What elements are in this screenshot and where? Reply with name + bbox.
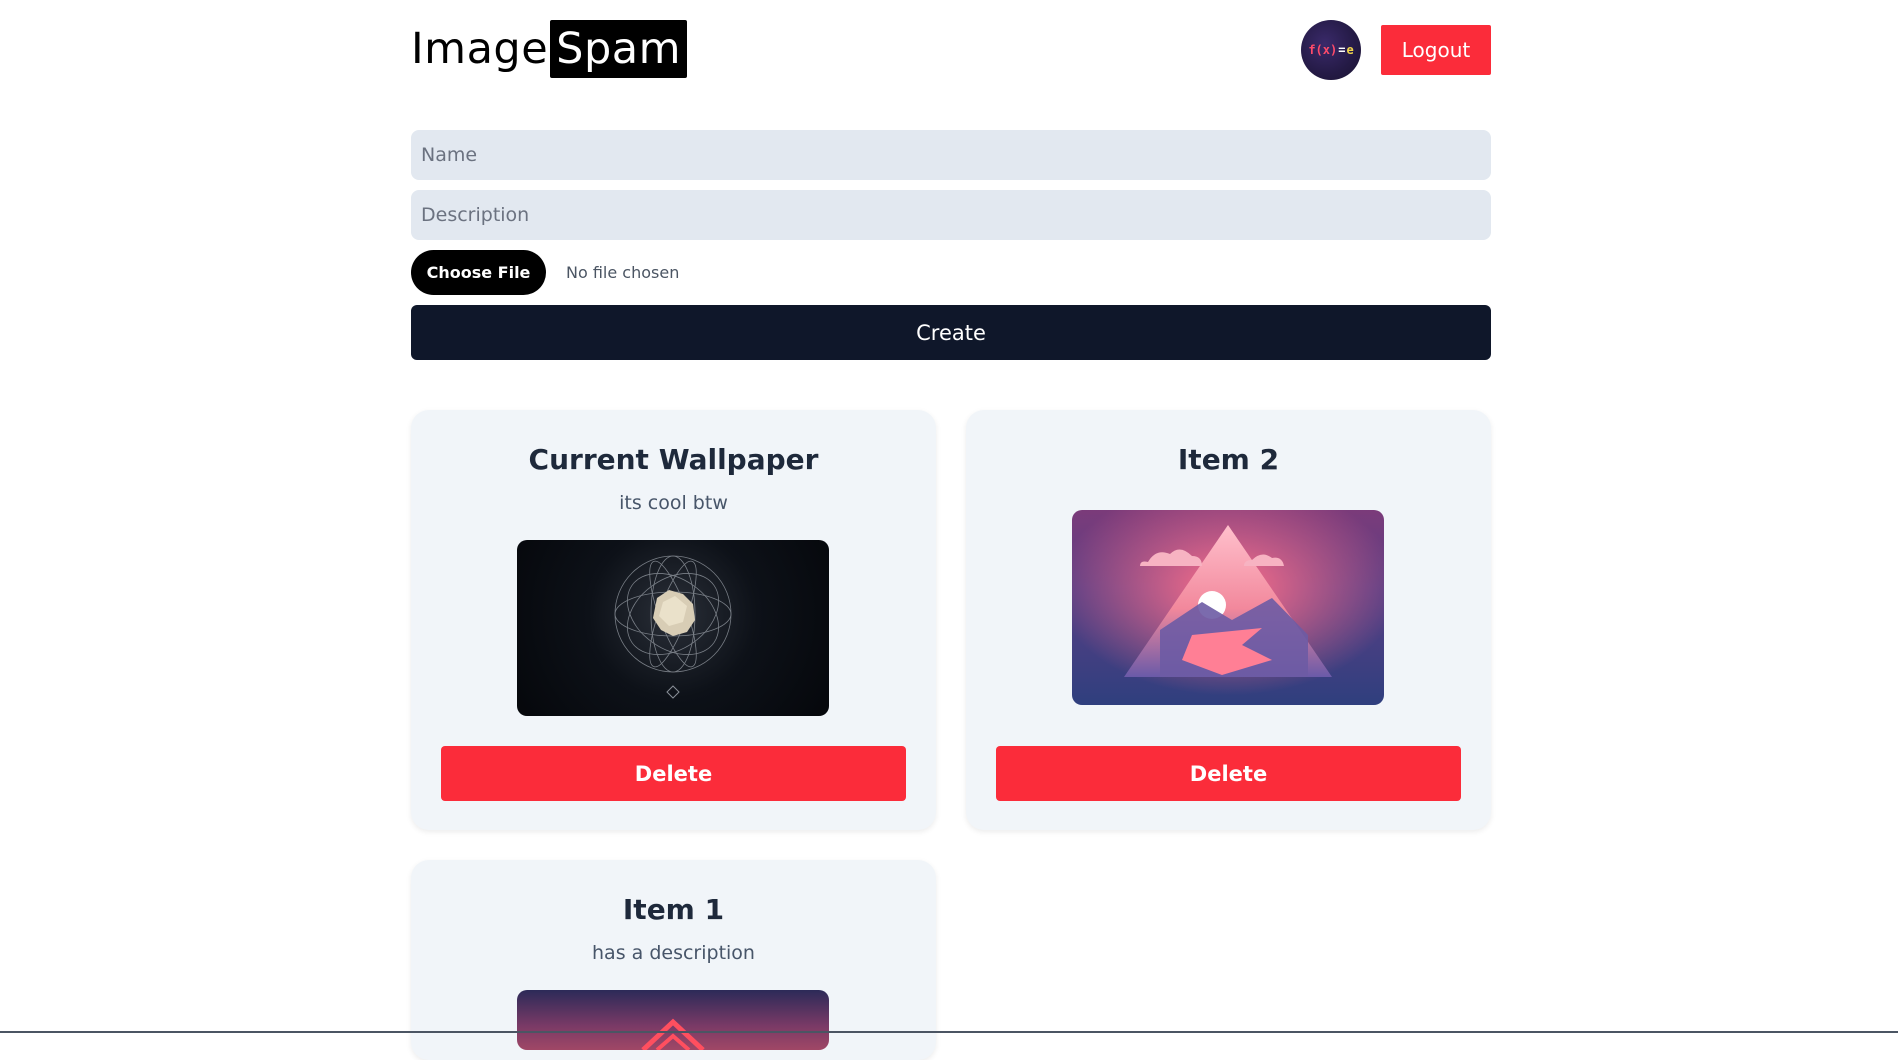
geometric-red-image xyxy=(641,1018,705,1050)
image-card: Current Wallpaper its cool btw Delete xyxy=(411,410,936,830)
mountain-triangle-image xyxy=(1072,510,1384,705)
description-input[interactable] xyxy=(411,190,1491,240)
image-card: Item 1 has a description xyxy=(411,860,936,1060)
header: Image Spam f(x) = e Logout xyxy=(411,0,1491,100)
delete-button[interactable]: Delete xyxy=(996,746,1461,801)
avatar-e-text: e xyxy=(1346,43,1354,57)
logout-button[interactable]: Logout xyxy=(1381,25,1491,75)
avatar-eq-text: = xyxy=(1338,43,1346,57)
card-image xyxy=(1072,510,1384,705)
card-title: Current Wallpaper xyxy=(528,443,819,476)
wallpaper-image-sphere xyxy=(614,555,732,699)
avatar[interactable]: f(x) = e xyxy=(1301,20,1361,80)
logo[interactable]: Image Spam xyxy=(411,20,687,78)
file-status-text: No file chosen xyxy=(566,263,680,282)
logo-text-spam: Spam xyxy=(550,20,687,78)
file-picker: Choose File No file chosen xyxy=(411,250,679,295)
avatar-fx-text: f(x) xyxy=(1308,43,1338,57)
delete-button[interactable]: Delete xyxy=(441,746,906,801)
page-container: Image Spam f(x) = e Logout Choose File N… xyxy=(411,0,1491,1060)
create-button[interactable]: Create xyxy=(411,305,1491,360)
choose-file-button[interactable]: Choose File xyxy=(411,250,546,295)
image-card: Item 2 Delete xyxy=(966,410,1491,830)
card-image xyxy=(517,540,829,716)
card-image xyxy=(517,990,829,1050)
card-description: has a description xyxy=(592,942,755,964)
name-input[interactable] xyxy=(411,130,1491,180)
card-title: Item 2 xyxy=(1177,443,1280,476)
card-title: Item 1 xyxy=(622,893,725,926)
card-description: its cool btw xyxy=(619,492,728,514)
logo-text-image: Image xyxy=(411,24,549,74)
